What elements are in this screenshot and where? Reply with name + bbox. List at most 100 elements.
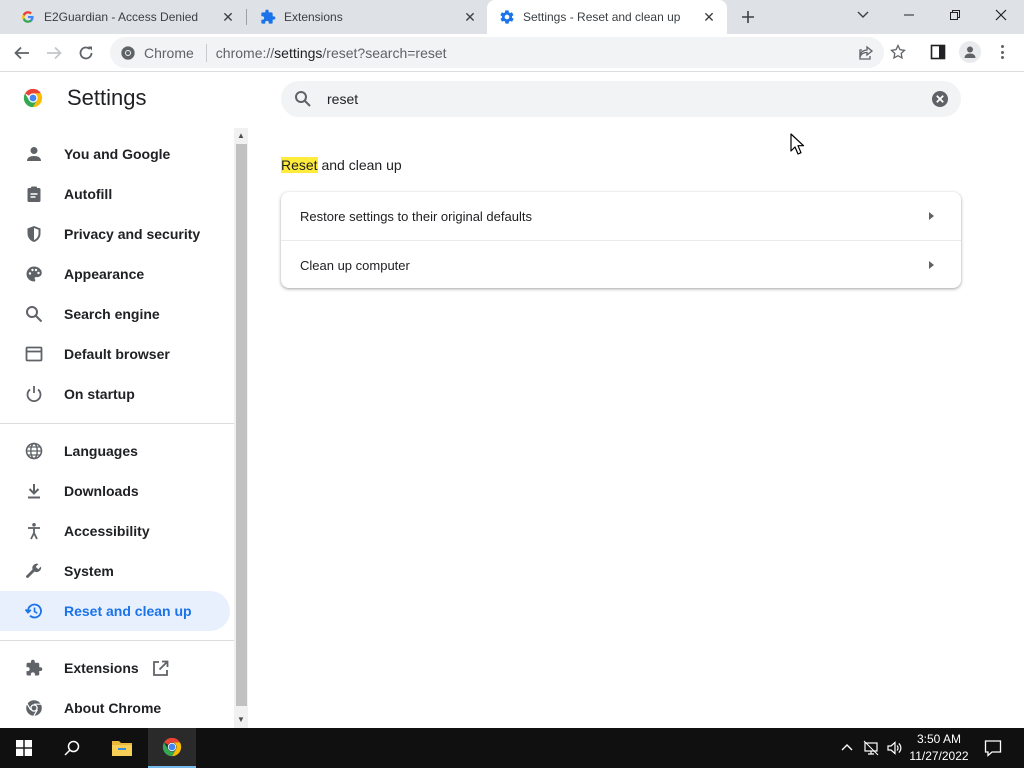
- page-title: Settings: [67, 85, 147, 110]
- wrench-icon: [24, 561, 44, 581]
- search-icon: [64, 740, 80, 756]
- sidebar-item-appearance[interactable]: Appearance: [0, 254, 230, 294]
- clean-up-computer-row[interactable]: Clean up computer: [281, 241, 961, 289]
- file-explorer-button[interactable]: [98, 728, 146, 768]
- address-bar[interactable]: Chrome chrome://settings/reset?search=re…: [110, 37, 884, 68]
- back-button[interactable]: [8, 39, 36, 67]
- accessibility-icon: [24, 521, 44, 541]
- side-panel-icon[interactable]: [930, 44, 946, 60]
- sidebar-item-about-chrome[interactable]: About Chrome: [0, 688, 230, 728]
- sidebar-item-label: About Chrome: [64, 700, 162, 716]
- start-button[interactable]: [0, 728, 48, 768]
- kebab-menu-icon: [1000, 45, 1004, 48]
- sidebar-item-system[interactable]: System: [0, 551, 230, 591]
- system-clock[interactable]: 3:50 AM 11/27/2022: [906, 731, 972, 765]
- restore-window-icon: [950, 10, 960, 20]
- share-icon[interactable]: [858, 45, 874, 61]
- restore-button[interactable]: [932, 0, 978, 30]
- sidebar-item-on-startup[interactable]: On startup: [0, 374, 230, 414]
- forward-arrow-icon: [47, 46, 62, 60]
- gear-icon: [499, 9, 515, 25]
- mouse-cursor-icon: [790, 133, 804, 155]
- arrow-right-icon: [929, 212, 934, 220]
- clock-time: 3:50 AM: [916, 732, 962, 746]
- sidebar-divider: [0, 423, 234, 424]
- tab-title: Settings - Reset and clean up: [523, 10, 681, 24]
- chrome-icon: [121, 45, 135, 60]
- bookmark-star-icon[interactable]: [890, 44, 906, 60]
- tab-extensions[interactable]: Extensions ✕: [240, 0, 488, 34]
- tab-e2guardian[interactable]: E2Guardian - Access Denied ✕: [0, 0, 246, 34]
- chrome-taskbar-button[interactable]: [148, 728, 196, 768]
- sidebar-item-autofill[interactable]: Autofill: [0, 174, 230, 214]
- chrome-logo: [23, 88, 43, 108]
- minimize-icon: [904, 14, 914, 16]
- restore-icon: [24, 601, 44, 621]
- scroll-up-arrow[interactable]: ▲: [234, 128, 248, 142]
- scrollbar-thumb[interactable]: [236, 144, 247, 706]
- close-tab-icon[interactable]: ✕: [218, 7, 238, 27]
- sidebar-item-label: Accessibility: [64, 523, 150, 539]
- google-g-icon: [20, 9, 36, 25]
- folder-icon: [112, 741, 132, 756]
- notification-icon[interactable]: [984, 739, 1002, 757]
- clear-search-icon[interactable]: [931, 90, 949, 108]
- network-icon[interactable]: [863, 740, 879, 756]
- windows-logo-icon: [16, 740, 32, 756]
- reload-icon: [79, 46, 93, 60]
- profile-avatar[interactable]: [959, 41, 981, 63]
- close-tab-icon[interactable]: ✕: [699, 7, 719, 27]
- chrome-icon: [162, 737, 182, 757]
- sidebar-item-label: You and Google: [64, 146, 171, 162]
- sidebar-item-label: Extensions: [64, 660, 139, 676]
- sidebar-item-reset-and-clean-up[interactable]: Reset and clean up: [0, 591, 230, 631]
- url-scheme: chrome://: [215, 44, 275, 61]
- url-path: /reset?search=reset: [322, 44, 447, 61]
- globe-icon: [24, 441, 44, 461]
- sidebar-item-label: Languages: [64, 443, 138, 459]
- sidebar-item-label: Downloads: [64, 483, 139, 499]
- omnibox-divider: [205, 43, 207, 62]
- site-info[interactable]: Chrome: [120, 45, 194, 61]
- search-icon: [295, 91, 311, 107]
- section-title-rest: and clean up: [317, 157, 402, 173]
- menu-button[interactable]: [994, 43, 1010, 61]
- minimize-button[interactable]: [886, 0, 932, 30]
- forward-button[interactable]: [40, 39, 68, 67]
- settings-search-field[interactable]: reset: [281, 81, 961, 117]
- power-icon: [24, 384, 44, 404]
- chrome-icon: [24, 698, 44, 718]
- reset-card: Restore settings to their original defau…: [281, 192, 961, 288]
- url-host: settings: [274, 44, 323, 61]
- sidebar-item-languages[interactable]: Languages: [0, 431, 230, 471]
- sidebar-item-search-engine[interactable]: Search engine: [0, 294, 230, 334]
- sidebar-item-downloads[interactable]: Downloads: [0, 471, 230, 511]
- tab-settings[interactable]: Settings - Reset and clean up ✕: [487, 0, 727, 34]
- puzzle-icon: [24, 658, 44, 678]
- scroll-down-arrow[interactable]: ▼: [234, 712, 248, 726]
- clock-date: 11/27/2022: [909, 749, 969, 763]
- search-input[interactable]: reset: [327, 91, 358, 107]
- sidebar-item-accessibility[interactable]: Accessibility: [0, 511, 230, 551]
- close-tab-icon[interactable]: ✕: [460, 7, 480, 27]
- chevron-down-icon: [857, 11, 869, 18]
- reload-button[interactable]: [72, 39, 100, 67]
- section-title: Reset and clean up: [281, 157, 402, 173]
- sidebar-item-label: Default browser: [64, 346, 170, 362]
- taskbar-search-button[interactable]: [48, 728, 96, 768]
- sidebar-item-default-browser[interactable]: Default browser: [0, 334, 230, 374]
- sidebar-item-label: System: [64, 563, 114, 579]
- puzzle-icon: [260, 9, 276, 25]
- new-tab-button[interactable]: [736, 5, 760, 29]
- close-window-button[interactable]: [978, 0, 1024, 30]
- chevron-up-icon[interactable]: [839, 740, 855, 756]
- sidebar-item-you-and-google[interactable]: You and Google: [0, 134, 230, 174]
- row-label: Clean up computer: [300, 257, 410, 273]
- sidebar-item-privacy-and-security[interactable]: Privacy and security: [0, 214, 230, 254]
- tab-search-button[interactable]: [840, 0, 886, 30]
- site-label: Chrome: [144, 44, 194, 61]
- sidebar-item-extensions[interactable]: Extensions: [0, 648, 230, 688]
- volume-icon[interactable]: [886, 740, 902, 756]
- sidebar-divider: [0, 640, 234, 641]
- restore-defaults-row[interactable]: Restore settings to their original defau…: [281, 192, 961, 240]
